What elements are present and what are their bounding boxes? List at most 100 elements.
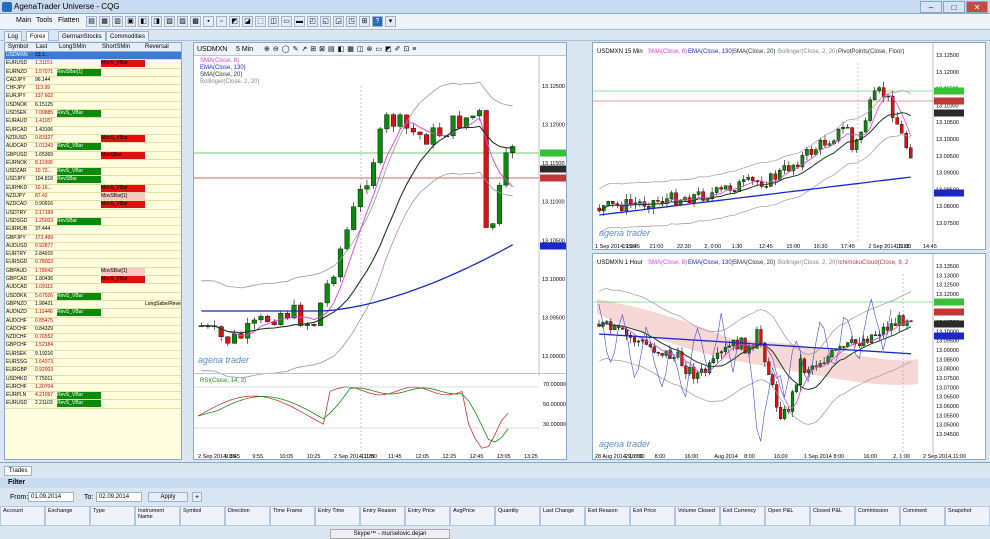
table-row[interactable]: EURCAD 1.43106 bbox=[5, 127, 181, 135]
table-row[interactable]: EURGBP 0.92003 bbox=[5, 367, 181, 376]
toolbar-icon[interactable]: ◨ bbox=[151, 16, 162, 27]
from-date-input[interactable]: 01.09.2014 bbox=[28, 492, 74, 502]
table-row[interactable]: CADCHF 0.84329 bbox=[5, 326, 181, 335]
menu-flatten[interactable]: Flatten bbox=[58, 17, 79, 24]
table-row[interactable]: EURCHF 1.20704 bbox=[5, 384, 181, 393]
table-row[interactable]: USDSEK 7.00885 RevS_VBar bbox=[5, 110, 181, 119]
table-row[interactable]: USDDKK 5.67926 RevS_VBar bbox=[5, 292, 181, 301]
tab-commodities[interactable]: Commodities bbox=[106, 31, 150, 41]
toolbar-icon[interactable]: ▦ bbox=[99, 16, 110, 27]
column-header[interactable]: Open P&L bbox=[765, 506, 810, 526]
table-row[interactable]: EURTRY 2.84915 bbox=[5, 251, 181, 260]
table-row[interactable]: GBPAUD 1.78042 MovSBar[1] bbox=[5, 267, 181, 277]
chart-interval[interactable]: 5 Min bbox=[236, 46, 253, 53]
toolbar-icon[interactable]: ▩ bbox=[190, 16, 201, 27]
table-row[interactable]: AUDUSD 0.92877 bbox=[5, 243, 181, 252]
toolbar-icon[interactable]: ▣ bbox=[125, 16, 136, 27]
chart-canvas[interactable]: 13.1250013.1200013.1150013.1100013.10500… bbox=[593, 43, 986, 250]
tab-germanstocks[interactable]: GermanStocks bbox=[58, 31, 106, 41]
toolbar-icon[interactable]: ◩ bbox=[229, 16, 240, 27]
tab-log[interactable]: Log bbox=[4, 31, 23, 41]
toolbar-icon[interactable]: ▤ bbox=[86, 16, 97, 27]
menu-main[interactable]: Main bbox=[16, 17, 31, 24]
table-row[interactable]: NZDCAD 0.90916 MovS_VBar bbox=[5, 201, 181, 210]
table-row[interactable]: NZDCHF 0.76552 bbox=[5, 334, 181, 343]
table-row[interactable]: EURNZD 1.57071 RevSBar[1] bbox=[5, 68, 181, 77]
table-row[interactable]: NZDUSD 0.83327 MovS_VBar bbox=[5, 134, 181, 144]
table-row[interactable]: AUDNZD 1.11446 RevS_VBar bbox=[5, 309, 181, 318]
tab-forex[interactable]: Forex bbox=[26, 31, 50, 41]
column-header[interactable]: Time Frame bbox=[270, 506, 315, 526]
table-row[interactable]: EURJPY 137.602 bbox=[5, 93, 181, 102]
table-row[interactable]: USDNOK 6.15125 bbox=[5, 102, 181, 111]
table-row[interactable]: EURHKD 10.16... MovS_VBar bbox=[5, 184, 181, 194]
help-icon[interactable]: ? bbox=[372, 16, 383, 27]
chart-canvas[interactable]: 13.1250013.1200013.1150013.1100013.10500… bbox=[194, 56, 567, 460]
table-row[interactable]: EURUSD 2.21103 RevS_VBar bbox=[5, 400, 181, 409]
table-row[interactable]: USDZAR 10.72... RevS_VBar bbox=[5, 168, 181, 177]
column-header[interactable]: Commission bbox=[855, 506, 900, 526]
table-row[interactable]: GBPUSD 1.65369 MovSBar bbox=[5, 151, 181, 160]
chart-usdmxn-5min[interactable]: USDMXN 5 Min ⊕⊖◯✎↗⊞⊠▤◧▦◫⊗▭◩✐⊡≡ 13.12500 1… bbox=[193, 42, 567, 460]
toolbar-icon[interactable]: ▫ bbox=[216, 16, 227, 27]
table-row[interactable]: USDTRY 2.17199 bbox=[5, 210, 181, 218]
table-row[interactable]: USDHKD 7.75011 bbox=[5, 376, 181, 384]
chart-tools[interactable]: ⊕⊖◯✎↗⊞⊠▤◧▦◫⊗▭◩✐⊡≡ bbox=[264, 45, 419, 53]
table-row[interactable]: GBPCAD 1.80436 MovS_VBar bbox=[5, 276, 181, 285]
table-row[interactable]: USDMXN 13.1... bbox=[5, 52, 181, 61]
toolbar-icon[interactable]: ▬ bbox=[294, 16, 305, 27]
column-header[interactable]: Entry Reason bbox=[360, 506, 405, 526]
table-row[interactable]: AUDCAD 1.09113 bbox=[5, 284, 181, 293]
column-header[interactable]: Instrument Name bbox=[135, 506, 180, 526]
menu-tools[interactable]: Tools bbox=[36, 17, 52, 24]
table-row[interactable]: GBPJPY 173.499 bbox=[5, 235, 181, 243]
col-symbol[interactable]: Symbol bbox=[8, 44, 28, 50]
table-row[interactable]: EURSEK 9.19216 bbox=[5, 351, 181, 359]
tab-trades[interactable]: Trades bbox=[4, 466, 33, 476]
chart-canvas[interactable]: 13.1350013.1300013.1250013.1200013.11500… bbox=[593, 254, 986, 460]
toolbar-icon[interactable]: ▨ bbox=[177, 16, 188, 27]
column-header[interactable]: AvgPrice bbox=[450, 506, 495, 526]
toolbar-icon[interactable]: ▾ bbox=[385, 16, 396, 27]
table-row[interactable]: EURAUD 1.41187 bbox=[5, 118, 181, 127]
table-row[interactable]: USDJPY 104.818 RevSBar bbox=[5, 176, 181, 185]
col-last[interactable]: Last bbox=[36, 44, 47, 50]
toolbar-icon[interactable]: ▥ bbox=[112, 16, 123, 27]
maximize-button[interactable]: □ bbox=[943, 1, 965, 13]
column-header[interactable]: Exit Price bbox=[630, 506, 675, 526]
table-row[interactable]: EURPLN 4.21097 RevS_VBar bbox=[5, 392, 181, 401]
column-header[interactable]: Direction bbox=[225, 506, 270, 526]
toolbar-icon[interactable]: ◫ bbox=[268, 16, 279, 27]
chart-usdmxn-15min[interactable]: 13.1250013.1200013.1150013.1100013.10500… bbox=[592, 42, 986, 250]
toolbar-icon[interactable]: ◱ bbox=[320, 16, 331, 27]
chart-symbol[interactable]: USDMXN bbox=[197, 46, 227, 53]
toolbar-icon[interactable]: ▧ bbox=[164, 16, 175, 27]
add-icon[interactable]: + bbox=[192, 492, 202, 502]
to-date-input[interactable]: 02.09.2014 bbox=[96, 492, 142, 502]
table-row[interactable]: USDSGD 1.25003 RevSBar bbox=[5, 217, 181, 227]
column-header[interactable]: Entry Price bbox=[405, 506, 450, 526]
column-header[interactable]: Comment bbox=[900, 506, 945, 526]
table-row[interactable]: CHFJPY 113.99 bbox=[5, 85, 181, 94]
toolbar-icon[interactable]: ⊞ bbox=[359, 16, 370, 27]
table-row[interactable]: EURUSD 1.31151 MovS_VBar bbox=[5, 60, 181, 69]
table-row[interactable]: NZDJPY 87.42 MovSBar[1] bbox=[5, 193, 181, 202]
close-button[interactable]: ✕ bbox=[966, 1, 988, 13]
column-header[interactable]: Type bbox=[90, 506, 135, 526]
table-row[interactable]: GBPNZD 1.98421 LongSabe/Reve... bbox=[5, 300, 181, 310]
column-header[interactable]: Volume Closed bbox=[675, 506, 720, 526]
column-header[interactable]: Exchange bbox=[45, 506, 90, 526]
column-header[interactable]: Closed P&L bbox=[810, 506, 855, 526]
toolbar-icon[interactable]: ▪ bbox=[203, 16, 214, 27]
table-row[interactable]: EURNOK 8.11999 bbox=[5, 160, 181, 169]
table-row[interactable]: CADJPY 96.144 bbox=[5, 77, 181, 86]
toolbar-icon[interactable]: ◲ bbox=[333, 16, 344, 27]
column-header[interactable]: Exit Reason bbox=[585, 506, 630, 526]
toolbar-icon[interactable]: ▭ bbox=[281, 16, 292, 27]
col-longsmin[interactable]: LongSMin bbox=[59, 44, 86, 50]
column-header[interactable]: Symbol bbox=[180, 506, 225, 526]
toolbar-icon[interactable]: ⬚ bbox=[255, 16, 266, 27]
column-header[interactable]: Quantity bbox=[495, 506, 540, 526]
toolbar-icon[interactable]: ◪ bbox=[242, 16, 253, 27]
toolbar-icon[interactable]: ◳ bbox=[346, 16, 357, 27]
